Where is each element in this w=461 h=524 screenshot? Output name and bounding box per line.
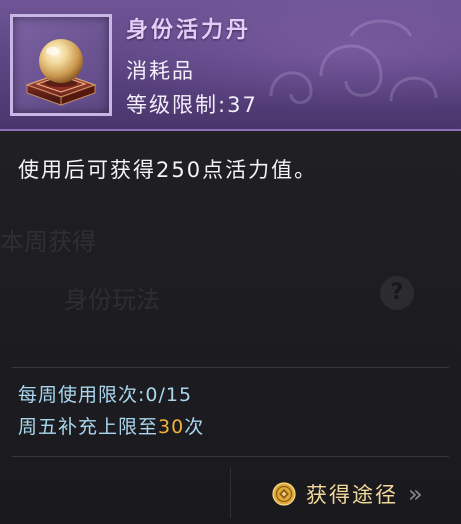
background-text-2: 身份玩法 <box>64 286 160 314</box>
friday-refill-value: 30 <box>158 416 185 438</box>
double-chevron-right-icon: » <box>408 480 422 508</box>
tooltip-header: 身份活力丹 消耗品 等级限制:37 <box>0 0 461 131</box>
divider <box>12 367 449 368</box>
level-label: 等级限制: <box>126 93 228 117</box>
background-help-icon: ? <box>380 276 414 310</box>
obtain-source-label: 获得途径 <box>306 483 398 507</box>
weekly-limit-label: 每周使用限次: <box>18 384 146 406</box>
obtain-source-button[interactable]: 获得途径 » <box>272 474 422 514</box>
item-tooltip: 本周获得 身份玩法 ? 身份活力丹 消耗品 等级限制:37 使用后可获得250点… <box>0 0 461 524</box>
pearl-on-pedestal-icon <box>25 39 97 106</box>
divider <box>12 456 449 457</box>
coin-icon <box>272 482 296 506</box>
friday-refill-prefix: 周五补充上限至 <box>18 416 159 438</box>
item-icon-frame <box>10 14 112 116</box>
friday-refill-suffix: 次 <box>184 416 205 438</box>
cloud-pattern-icon <box>269 19 438 105</box>
friday-refill: 周五补充上限至30次 <box>18 412 204 439</box>
background-text-1: 本周获得 <box>0 228 96 256</box>
footer-separator <box>230 468 231 518</box>
item-level-requirement: 等级限制:37 <box>126 89 258 119</box>
item-type: 消耗品 <box>126 59 195 83</box>
item-description: 使用后可获得250点活力值。 <box>18 158 318 182</box>
level-value: 37 <box>227 93 258 117</box>
weekly-limit-value: 0/15 <box>145 384 193 406</box>
item-name: 身份活力丹 <box>126 18 252 43</box>
weekly-limit: 每周使用限次:0/15 <box>18 380 192 407</box>
